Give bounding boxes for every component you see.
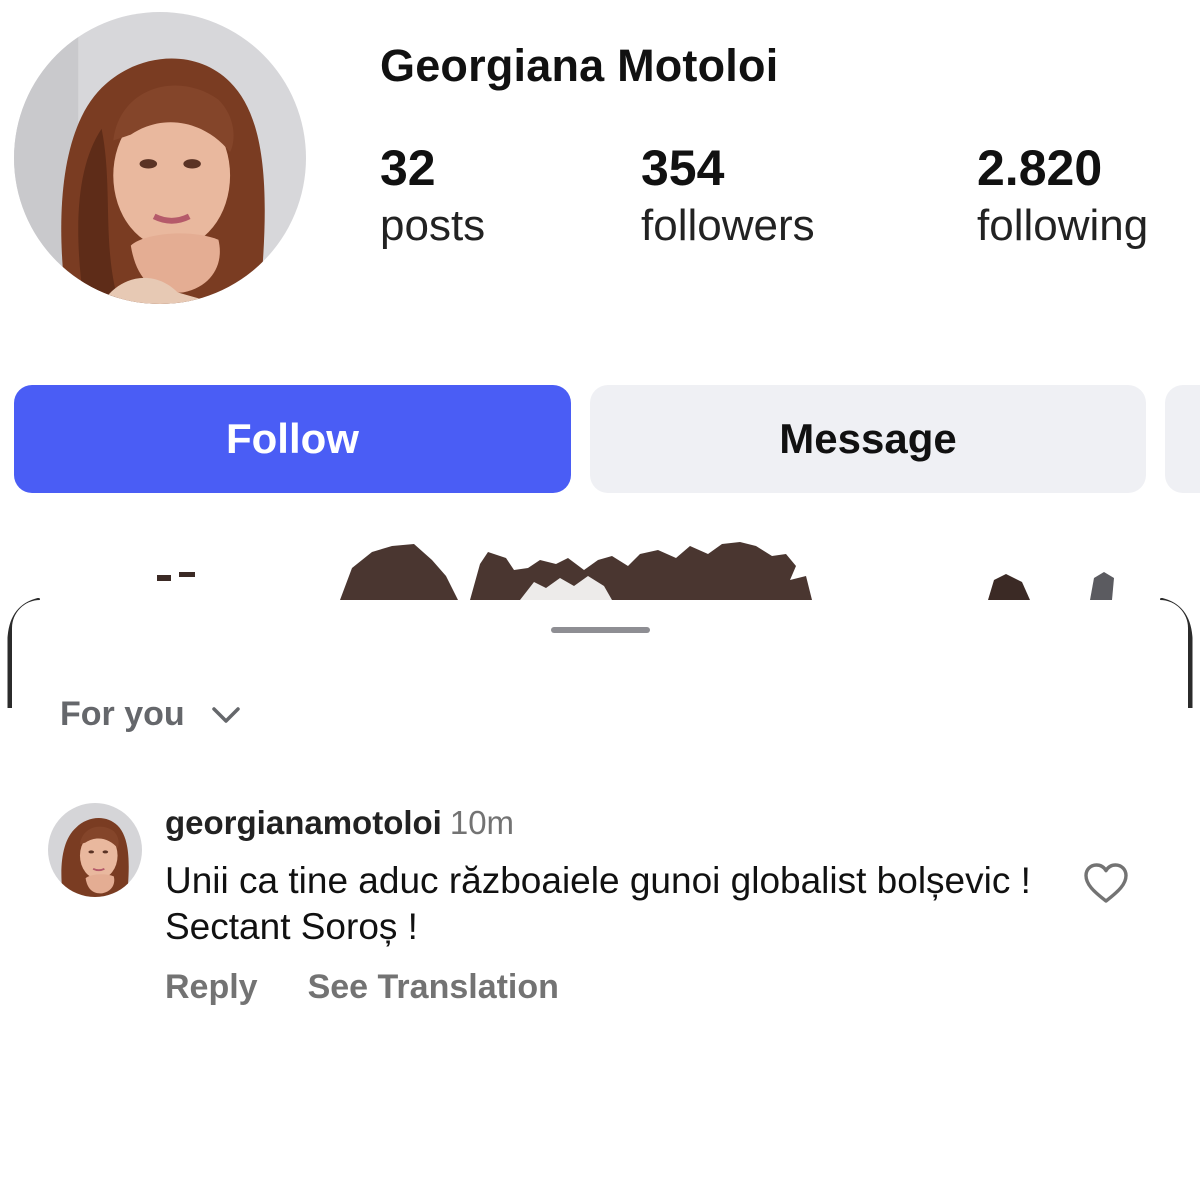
profile-name: Georgiana Motoloi — [380, 40, 779, 91]
message-button[interactable]: Message — [590, 385, 1146, 493]
chevron-down-icon — [211, 705, 241, 725]
comment-filter-label: For you — [60, 695, 185, 733]
posts-label: posts — [380, 201, 486, 250]
comment-text: Unii ca tine aduc războaiele gunoi globa… — [165, 860, 1031, 947]
comment-filter-dropdown[interactable]: For you — [60, 695, 241, 734]
see-translation-button[interactable]: See Translation — [308, 968, 559, 1007]
more-button[interactable] — [1165, 385, 1200, 493]
followers-label: followers — [641, 201, 815, 250]
stat-following[interactable]: 2.820 following — [977, 138, 1148, 254]
following-label: following — [977, 201, 1149, 250]
comment-actions: Reply See Translation — [165, 968, 559, 1007]
comment-username[interactable]: georgianamotoloi — [165, 804, 442, 841]
comment-timestamp: 10m — [449, 804, 515, 841]
posts-count: 32 — [380, 140, 436, 196]
following-count: 2.820 — [977, 140, 1103, 196]
comment-header: georgianamotoloi 10m — [165, 804, 514, 842]
followers-count: 354 — [641, 140, 725, 196]
sheet-grabber[interactable] — [551, 627, 650, 633]
follow-button[interactable]: Follow — [14, 385, 571, 493]
profile-avatar[interactable] — [14, 12, 306, 304]
commenter-avatar[interactable] — [48, 803, 142, 897]
stat-followers[interactable]: 354 followers — [641, 138, 815, 254]
reply-button[interactable]: Reply — [165, 968, 258, 1007]
profile-screen: Georgiana Motoloi 32 posts 354 followers… — [0, 0, 1200, 1200]
stat-posts[interactable]: 32 posts — [380, 138, 485, 254]
obscured-highlights — [157, 542, 1114, 600]
heart-icon[interactable] — [1083, 862, 1129, 904]
